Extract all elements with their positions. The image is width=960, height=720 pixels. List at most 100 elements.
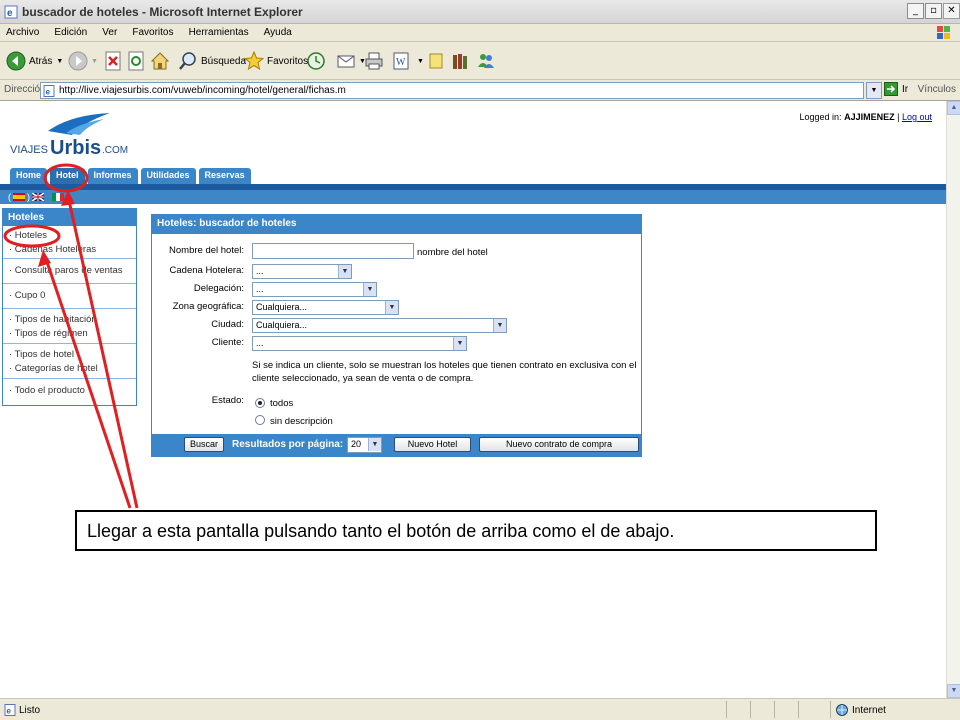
status-left: e Listo — [4, 704, 40, 716]
menu-ayuda[interactable]: Ayuda — [258, 24, 298, 38]
mail-button[interactable]: ▼ — [336, 50, 366, 72]
favorites-button[interactable]: Favoritos — [244, 50, 308, 72]
edit-dropdown-icon[interactable]: ▼ — [417, 58, 424, 65]
tab-utilidades[interactable]: Utilidades — [140, 168, 196, 184]
results-per-page-select[interactable]: 20 ▼ — [347, 437, 382, 453]
home-button[interactable] — [150, 50, 173, 72]
minimize-button[interactable]: _ — [907, 3, 924, 19]
back-label: Atrás — [29, 55, 53, 67]
sidebar-title: Hoteles — [3, 209, 136, 226]
status-zone: Internet — [836, 704, 886, 716]
row-city: Ciudad: Cualquiera... ▼ — [152, 318, 632, 335]
status-radio-todos[interactable] — [255, 398, 265, 408]
vertical-scrollbar[interactable]: ▲ ▼ — [946, 101, 960, 698]
svg-text:e: e — [7, 8, 13, 19]
chevron-down-icon: ▼ — [385, 301, 398, 314]
menu-archivo[interactable]: Archivo — [0, 24, 45, 38]
messenger-button[interactable] — [476, 50, 499, 72]
delegation-select[interactable]: ... ▼ — [252, 282, 377, 297]
sidebar-item-paros[interactable]: · Consulta paros de ventas — [9, 264, 130, 278]
page-icon: e — [43, 85, 55, 97]
sidebar-item-hoteles[interactable]: · Hoteles — [9, 229, 130, 243]
tab-reservas[interactable]: Reservas — [198, 168, 251, 184]
chain-select[interactable]: ... ▼ — [252, 264, 352, 279]
sidebar-item-todo-producto[interactable]: · Todo el producto — [9, 384, 130, 398]
client-select[interactable]: ... ▼ — [252, 336, 467, 351]
results-per-page-value: 20 — [351, 439, 362, 449]
back-dropdown-icon[interactable]: ▼ — [56, 58, 63, 65]
history-button[interactable] — [306, 50, 329, 72]
scroll-up-arrow[interactable]: ▲ — [947, 101, 960, 115]
row-chain: Cadena Hotelera: ... ▼ — [152, 264, 632, 281]
search-button[interactable]: Búsqueda — [178, 50, 246, 72]
edit-word-button[interactable]: W ▼ — [392, 50, 424, 72]
row-status: Estado: — [152, 395, 632, 411]
windows-logo-icon — [937, 26, 950, 39]
scroll-down-arrow[interactable]: ▼ — [947, 684, 960, 698]
forward-dropdown-icon: ▼ — [91, 57, 98, 65]
ie-page-icon: e — [4, 5, 18, 19]
language-flags: ( ) — [8, 192, 64, 202]
sidebar-item-cadenas[interactable]: · Cadenas Hoteleras — [9, 243, 130, 257]
zone-select[interactable]: Cualquiera... ▼ — [252, 300, 399, 315]
search-icon — [179, 52, 196, 70]
menu-favoritos[interactable]: Favoritos — [126, 24, 179, 38]
search-submit-button[interactable]: Buscar — [184, 437, 224, 452]
client-label: Cliente: — [211, 337, 244, 348]
address-input[interactable]: e http://live.viajesurbis.com/vuweb/inco… — [40, 82, 864, 99]
new-hotel-button[interactable]: Nuevo Hotel — [394, 437, 471, 452]
italy-flag-icon[interactable] — [52, 193, 64, 201]
sidebar-item-tipos-habitacion[interactable]: · Tipos de habitación — [9, 313, 130, 327]
research-button[interactable] — [450, 50, 473, 72]
uk-flag-icon[interactable] — [32, 193, 44, 201]
forward-button[interactable]: ▼ — [68, 50, 98, 72]
hotel-name-label: Nombre del hotel: — [169, 245, 244, 256]
chain-value: ... — [256, 266, 264, 276]
tab-informes[interactable]: Informes — [87, 168, 138, 184]
status-option-sin-descripcion: sin descripción — [270, 416, 333, 427]
menu-edicion[interactable]: Edición — [48, 24, 93, 38]
mail-icon — [337, 55, 355, 68]
page-done-icon: e — [4, 704, 16, 716]
client-value: ... — [256, 338, 264, 348]
go-button[interactable]: Ir — [884, 82, 908, 96]
discuss-button[interactable] — [428, 50, 447, 72]
sidebar-group-stops: · Consulta paros de ventas — [3, 259, 136, 284]
go-label: Ir — [902, 83, 909, 95]
sidebar-item-tipos-regimen[interactable]: · Tipos de régimen — [9, 327, 130, 341]
login-info: Logged in: AJJIMENEZ | Log out — [800, 112, 932, 122]
nav-sub-strip — [0, 190, 946, 204]
status-text: Listo — [19, 704, 41, 716]
new-contract-button[interactable]: Nuevo contrato de compra — [479, 437, 639, 452]
status-radio-sin-descripcion[interactable] — [255, 415, 265, 425]
svg-text:Urbis: Urbis — [50, 137, 101, 157]
stop-button[interactable] — [104, 50, 125, 72]
refresh-button[interactable] — [127, 50, 148, 72]
row-hotel-name: Nombre del hotel: nombre del hotel — [152, 243, 632, 263]
sidebar-item-categorias[interactable]: · Categorías de hotel — [9, 362, 130, 376]
menu-herramientas[interactable]: Herramientas — [183, 24, 255, 38]
back-arrow-icon — [6, 51, 26, 71]
menu-ver[interactable]: Ver — [96, 24, 123, 38]
svg-text:e: e — [46, 88, 51, 97]
close-button[interactable]: ✕ — [943, 3, 960, 19]
chevron-down-icon: ▼ — [453, 337, 466, 350]
city-select[interactable]: Cualquiera... ▼ — [252, 318, 507, 333]
logout-link[interactable]: Log out — [902, 112, 932, 122]
links-label[interactable]: Vínculos — [918, 84, 956, 95]
sidebar-item-cupo[interactable]: · Cupo 0 — [9, 289, 130, 303]
spain-flag-icon[interactable] — [13, 193, 25, 201]
results-per-page-label: Resultados por página: — [232, 439, 344, 450]
tab-hotel[interactable]: Hotel — [50, 168, 85, 184]
maximize-button[interactable]: ▫ — [925, 3, 942, 19]
back-button[interactable]: Atrás ▼ — [6, 50, 63, 72]
print-button[interactable] — [364, 50, 387, 72]
hotel-name-input[interactable] — [252, 243, 414, 259]
annotation-note: Llegar a esta pantalla pulsando tanto el… — [75, 510, 877, 551]
sidebar-item-tipos-hotel[interactable]: · Tipos de hotel — [9, 348, 130, 362]
address-dropdown-button[interactable]: ▼ — [866, 82, 882, 99]
tab-home[interactable]: Home — [10, 168, 48, 184]
window-titlebar: e buscador de hoteles - Microsoft Intern… — [0, 0, 960, 24]
note-icon — [429, 53, 443, 69]
stop-icon — [105, 51, 121, 71]
